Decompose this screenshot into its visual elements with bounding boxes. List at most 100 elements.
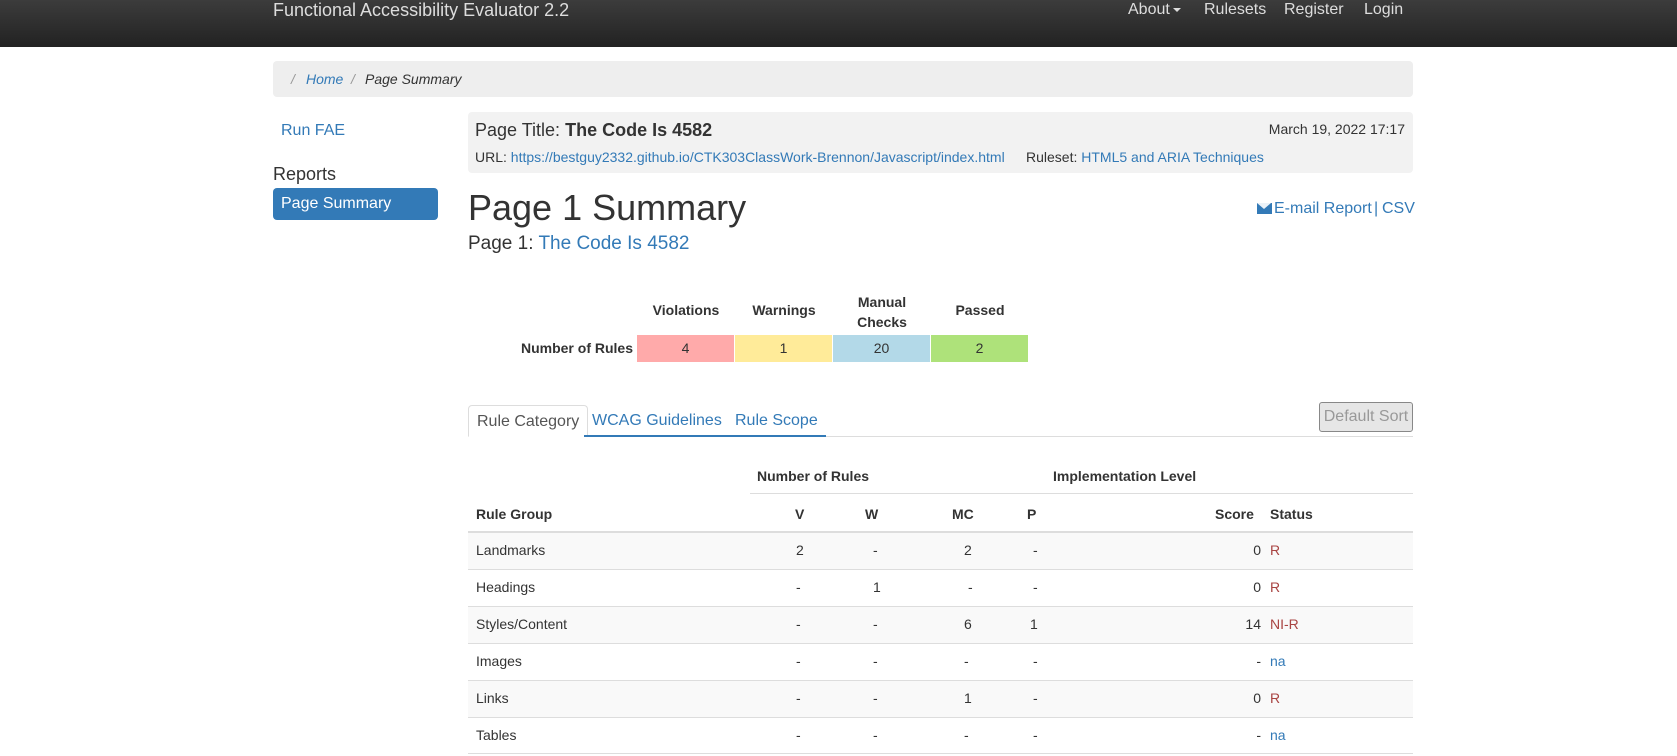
- tab-wcag-guidelines[interactable]: WCAG Guidelines: [584, 405, 730, 437]
- ruleset-row: Ruleset: HTML5 and ARIA Techniques: [1026, 149, 1264, 165]
- table-row: Images - - - - - na: [468, 643, 1413, 680]
- page-info-panel: Page Title: The Code Is 4582 March 19, 2…: [468, 112, 1413, 173]
- summary-header-passed: Passed: [955, 302, 1005, 318]
- top-navbar: Functional Accessibility Evaluator 2.2 A…: [0, 0, 1677, 47]
- cell-p: -: [1033, 542, 1038, 558]
- nav-rulesets[interactable]: Rulesets: [1204, 0, 1266, 20]
- col-mc[interactable]: MC: [952, 506, 974, 522]
- col-rule-group[interactable]: Rule Group: [476, 506, 552, 522]
- summary-violations: 4: [637, 335, 734, 362]
- cell-v: -: [796, 727, 801, 743]
- page-link-row: Page 1: The Code Is 4582: [468, 233, 689, 255]
- table-row: Tables - - - - - na: [468, 717, 1413, 754]
- cell-score: 0: [1253, 542, 1261, 558]
- ruleset-label: Ruleset:: [1026, 149, 1078, 165]
- email-report-link[interactable]: E-mail Report: [1257, 200, 1372, 218]
- rule-group-link[interactable]: Styles/Content: [476, 616, 567, 632]
- page-title-value: The Code Is 4582: [565, 120, 713, 140]
- cell-score: 0: [1253, 690, 1261, 706]
- cell-p: -: [1033, 653, 1038, 669]
- cell-score: -: [1256, 653, 1261, 669]
- cell-mc: -: [964, 727, 969, 743]
- breadcrumb-separator: /: [291, 71, 295, 87]
- cell-score: -: [1256, 727, 1261, 743]
- url-row: URL: https://bestguy2332.github.io/CTK30…: [475, 149, 1005, 165]
- cell-p: -: [1033, 690, 1038, 706]
- summary-warnings: 1: [735, 335, 832, 362]
- page-heading: Page 1 Summary: [468, 187, 747, 228]
- nav-login[interactable]: Login: [1364, 0, 1403, 20]
- status-link[interactable]: R: [1270, 579, 1280, 595]
- cell-v: -: [796, 616, 801, 632]
- status-link[interactable]: R: [1270, 690, 1280, 706]
- evaluation-date: March 19, 2022 17:17: [1268, 121, 1405, 137]
- cell-w: -: [873, 542, 878, 558]
- rule-group-link[interactable]: Landmarks: [476, 542, 545, 558]
- tab-rule-category[interactable]: Rule Category: [468, 405, 589, 437]
- cell-mc: 1: [964, 690, 972, 706]
- cell-mc: 6: [964, 616, 972, 632]
- cell-score: 0: [1253, 579, 1261, 595]
- cell-score: 14: [1245, 616, 1261, 632]
- url-link[interactable]: https://bestguy2332.github.io/CTK303Clas…: [511, 149, 1005, 165]
- col-status[interactable]: Status: [1270, 506, 1313, 522]
- csv-link[interactable]: CSV: [1382, 200, 1415, 218]
- table-row: Headings - 1 - - 0 R: [468, 569, 1413, 606]
- status-link[interactable]: na: [1270, 727, 1286, 743]
- app-brand[interactable]: Functional Accessibility Evaluator 2.2: [273, 0, 569, 20]
- cell-w: 1: [873, 579, 881, 595]
- col-w[interactable]: W: [865, 506, 878, 522]
- page-title-label: Page Title:: [475, 120, 561, 140]
- cell-v: -: [796, 653, 801, 669]
- page-link[interactable]: The Code Is 4582: [538, 233, 689, 254]
- summary-header-manual-checks: Manual Checks: [857, 294, 907, 330]
- envelope-icon: [1257, 203, 1272, 215]
- rule-group-link[interactable]: Headings: [476, 579, 535, 595]
- default-sort-button[interactable]: Default Sort: [1319, 402, 1413, 432]
- cell-w: -: [873, 653, 878, 669]
- status-link[interactable]: R: [1270, 542, 1280, 558]
- col-p[interactable]: P: [1027, 506, 1036, 522]
- cell-v: 2: [796, 542, 804, 558]
- col-v[interactable]: V: [795, 506, 804, 522]
- ruleset-link[interactable]: HTML5 and ARIA Techniques: [1081, 149, 1264, 165]
- nav-register[interactable]: Register: [1284, 0, 1344, 20]
- caret-down-icon: [1172, 7, 1181, 12]
- cell-mc: -: [964, 653, 969, 669]
- sidebar-item-page-summary[interactable]: Page Summary: [273, 188, 438, 220]
- breadcrumb-current: Page Summary: [365, 71, 462, 87]
- export-separator: |: [1374, 200, 1379, 217]
- cell-v: -: [796, 579, 801, 595]
- summary-passed: 2: [931, 335, 1028, 362]
- group-header-implementation-level: Implementation Level: [1053, 468, 1197, 484]
- col-score[interactable]: Score: [1215, 506, 1254, 522]
- status-link[interactable]: NI-R: [1270, 616, 1299, 632]
- page-link-label: Page 1:: [468, 233, 534, 254]
- summary-row-label: Number of Rules: [520, 340, 633, 356]
- table-row: Links - - 1 - 0 R: [468, 680, 1413, 717]
- url-label: URL:: [475, 149, 507, 165]
- summary-header-warnings: Warnings: [752, 302, 816, 318]
- cell-mc: 2: [964, 542, 972, 558]
- rule-group-link[interactable]: Links: [476, 690, 509, 706]
- cell-p: 1: [1030, 616, 1038, 632]
- cell-v: -: [796, 690, 801, 706]
- run-fae-link[interactable]: Run FAE: [281, 122, 345, 140]
- status-link[interactable]: na: [1270, 653, 1286, 669]
- group-header-number-of-rules: Number of Rules: [757, 468, 870, 484]
- cell-mc: -: [968, 579, 973, 595]
- cell-w: -: [873, 690, 878, 706]
- cell-p: -: [1033, 579, 1038, 595]
- email-report-text[interactable]: E-mail Report: [1274, 200, 1372, 217]
- breadcrumb: / Home / Page Summary: [273, 61, 1413, 97]
- rule-group-link[interactable]: Tables: [476, 727, 516, 743]
- cell-p: -: [1033, 727, 1038, 743]
- breadcrumb-home[interactable]: Home: [306, 61, 343, 97]
- group-header-divider: [750, 493, 1413, 494]
- rule-group-link[interactable]: Images: [476, 653, 522, 669]
- nav-about[interactable]: About: [1128, 0, 1181, 20]
- tab-rule-scope[interactable]: Rule Scope: [727, 405, 826, 437]
- cell-w: -: [873, 616, 878, 632]
- page-title-row: Page Title: The Code Is 4582: [475, 120, 712, 141]
- table-row: Landmarks 2 - 2 - 0 R: [468, 532, 1413, 569]
